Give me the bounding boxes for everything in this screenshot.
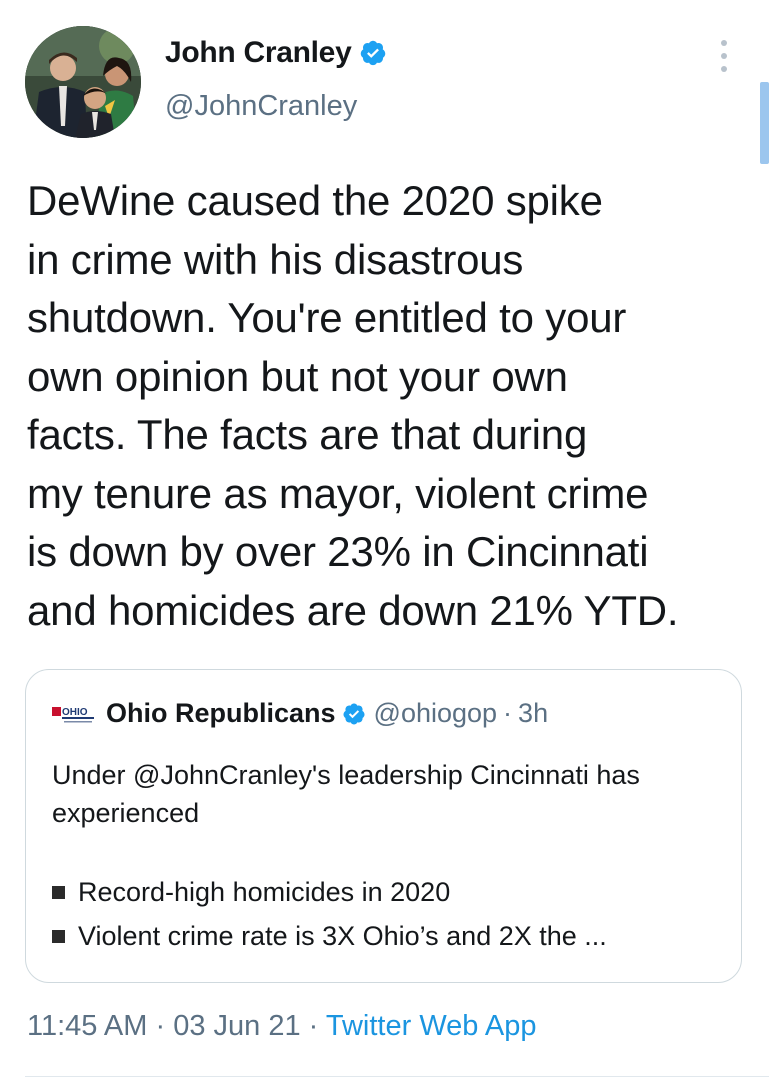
meta-separator: · [155,1010,166,1042]
verified-badge-icon [361,40,386,66]
scrollbar-thumb[interactable] [760,82,769,164]
bullet-square-icon [52,885,65,899]
quoted-bullet-text: Violent crime rate is 3X Ohio’s and 2X t… [78,921,607,951]
ohio-logo-text: OHIO [62,707,88,718]
quoted-bullet-text: Record-high homicides in 2020 [78,877,451,907]
tweet-source-link[interactable]: Twitter Web App [326,1010,537,1042]
tweet-meta: 11:45 AM · 03 Jun 21 · Twitter Web App [27,1010,536,1043]
quoted-bullet-item: Violent crime rate is 3X Ohio’s and 2X t… [52,914,732,958]
ohio-gop-logo: OHIO [52,701,96,727]
quoted-author-handle[interactable]: @ohiogop [374,698,498,729]
more-options-icon[interactable] [714,40,734,72]
quoted-separator: · [503,698,513,728]
tweet-text: DeWine caused the 2020 spike in crime wi… [27,177,679,634]
divider [25,1076,769,1077]
quoted-timestamp[interactable]: 3h [518,698,548,729]
author-name[interactable]: John Cranley [165,36,352,70]
bullet-square-icon [52,929,65,943]
quoted-tweet-text: Under @JohnCranley's leadership Cincinna… [52,760,640,828]
family-photo-avatar [25,26,141,138]
author-avatar[interactable] [25,26,141,138]
meta-separator: · [308,1010,319,1042]
tweet-time[interactable]: 11:45 AM [27,1010,147,1042]
quoted-bullet-list: Record-high homicides in 2020 Violent cr… [52,870,732,958]
quoted-author-name[interactable]: Ohio Republicans [106,698,336,729]
quoted-verified-badge-icon [343,703,365,724]
author-handle[interactable]: @JohnCranley [165,90,357,123]
quoted-tweet-card[interactable]: OHIO Ohio Republicans @ohiogop · 3h Unde… [25,669,742,983]
tweet: John Cranley @JohnCranley DeWine caused … [0,0,769,1080]
quoted-tweet-header: OHIO Ohio Republicans @ohiogop · 3h [52,698,548,729]
quoted-bullet-item: Record-high homicides in 2020 [52,870,732,914]
tweet-date[interactable]: 03 Jun 21 [173,1010,300,1042]
author-name-row[interactable]: John Cranley [165,36,387,70]
